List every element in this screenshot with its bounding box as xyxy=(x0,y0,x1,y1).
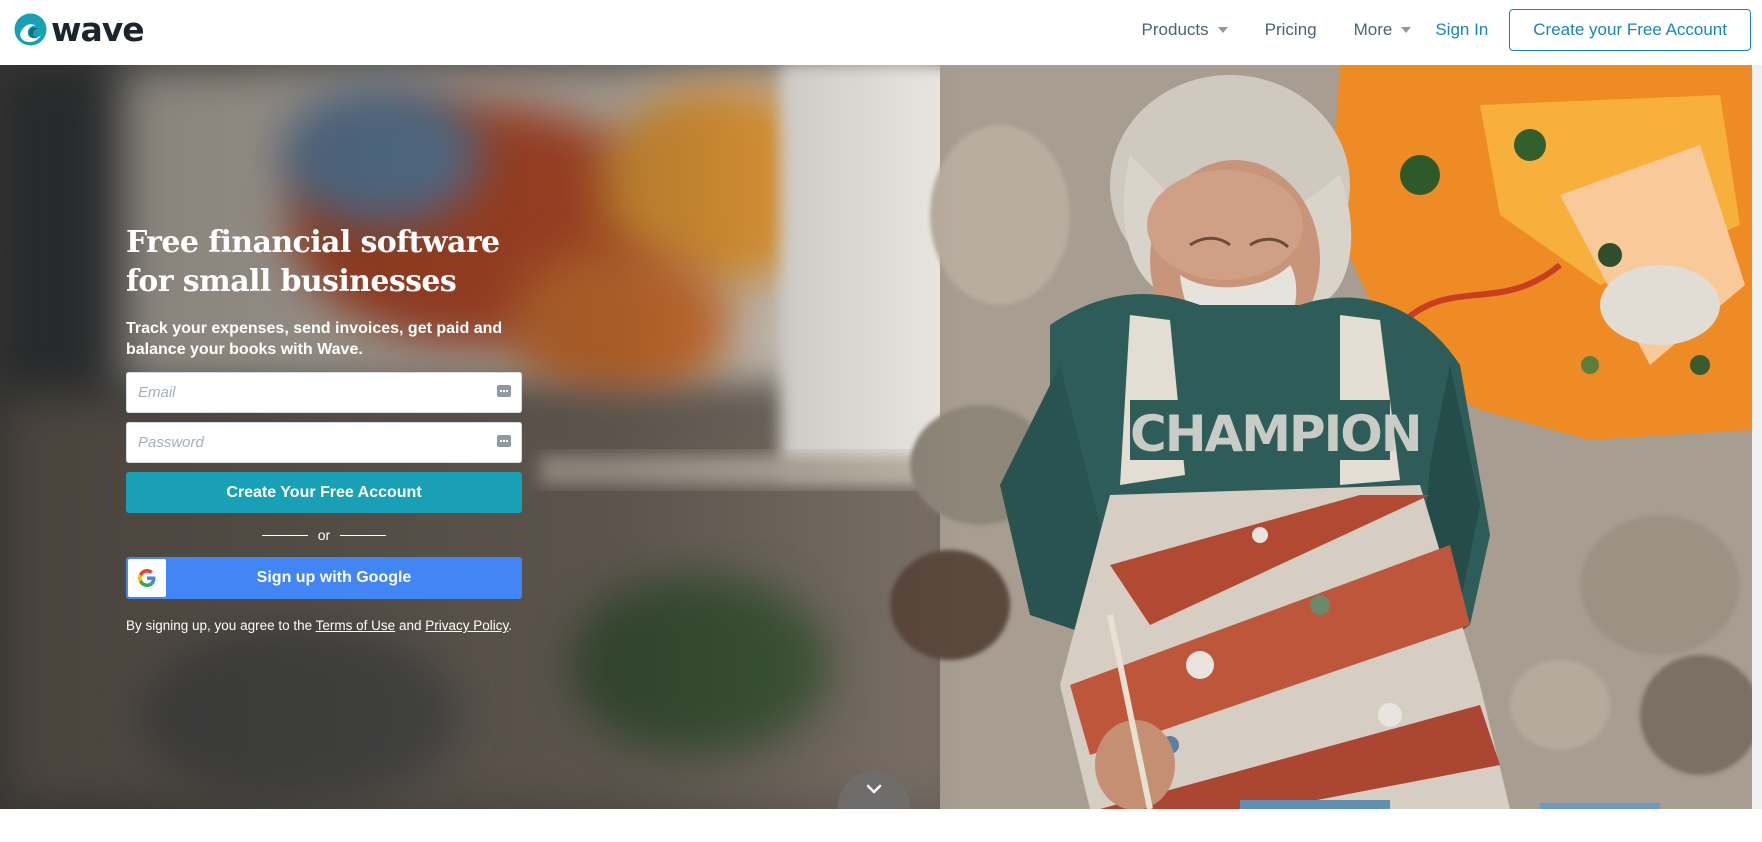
privacy-link[interactable]: Privacy Policy xyxy=(425,618,508,633)
google-g-icon xyxy=(138,569,156,587)
hero-headline: Free financial software for small busine… xyxy=(126,225,500,299)
google-button-label: Sign up with Google xyxy=(256,569,412,586)
terms-link[interactable]: Terms of Use xyxy=(316,618,396,633)
divider-line-left xyxy=(261,534,308,536)
wave-wordmark: wave xyxy=(51,9,145,49)
key-icon[interactable] xyxy=(497,435,511,447)
legal-notice: By signing up, you agree to the Terms of… xyxy=(126,618,522,633)
legal-prefix: By signing up, you agree to the xyxy=(126,618,313,633)
hero-subline: Track your expenses, send invoices, get … xyxy=(126,320,503,358)
hero-section: CHAMPION Free financial software for sma… xyxy=(0,65,1752,809)
legal-suffix: . xyxy=(508,618,513,633)
create-account-header-button[interactable]: Create your Free Account xyxy=(1509,9,1751,51)
top-navigation: wave Products Pricing More Sign In Creat… xyxy=(0,0,1762,65)
password-field[interactable] xyxy=(126,422,522,463)
or-divider: or xyxy=(126,527,522,543)
nav-more-label: More xyxy=(1353,20,1393,39)
key-icon[interactable] xyxy=(497,385,511,397)
nav-pricing[interactable]: Pricing xyxy=(1265,20,1317,40)
wave-logo[interactable]: wave xyxy=(14,9,145,49)
nav-products[interactable]: Products xyxy=(1142,20,1228,40)
nav-more[interactable]: More xyxy=(1354,20,1412,40)
chevron-down-icon xyxy=(866,784,882,794)
google-badge xyxy=(128,559,166,597)
wave-logo-icon xyxy=(14,13,47,45)
email-field[interactable] xyxy=(126,372,522,413)
google-signup-button[interactable]: Sign up with Google xyxy=(126,557,522,599)
sign-in-link[interactable]: Sign In xyxy=(1435,20,1488,40)
page-scrollbar[interactable] xyxy=(1752,65,1762,809)
password-field-wrapper xyxy=(126,422,522,463)
nav-pricing-label: Pricing xyxy=(1264,20,1317,39)
signup-form: Free financial software for small busine… xyxy=(126,223,522,633)
email-field-wrapper xyxy=(126,372,522,413)
divider-text: or xyxy=(317,527,331,543)
caret-down-icon xyxy=(1401,27,1412,33)
divider-line-right xyxy=(340,534,387,536)
nav-products-label: Products xyxy=(1141,20,1209,39)
create-account-button[interactable]: Create Your Free Account xyxy=(126,472,522,513)
main-nav: Products Pricing More Sign In Create you… xyxy=(1142,0,1762,60)
caret-down-icon xyxy=(1217,27,1228,33)
legal-and: and xyxy=(398,618,422,633)
